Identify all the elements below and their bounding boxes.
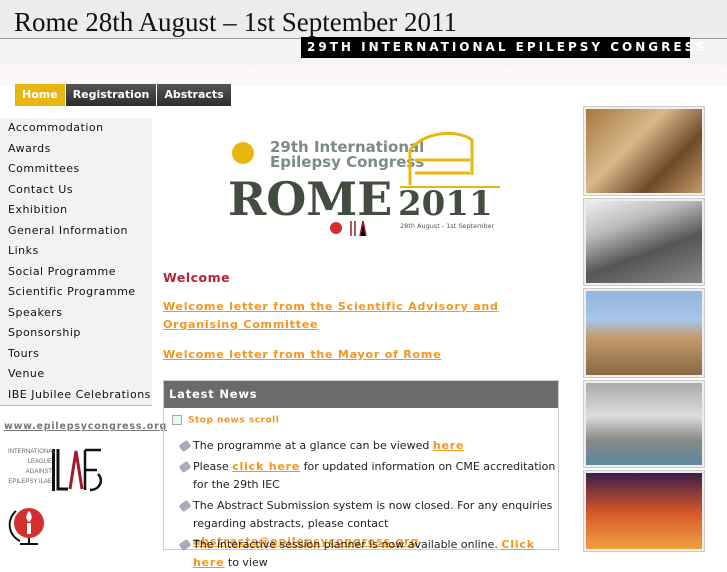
sidebar-item-ibe-jubilee[interactable]: IBE Jubilee Celebrations (0, 385, 152, 406)
latest-news-title: Latest News (164, 381, 558, 408)
svg-text:2011: 2011 (398, 184, 493, 224)
sidebar-item-sponsorship[interactable]: Sponsorship (0, 323, 152, 344)
latest-news-panel: Latest News Stop news scroll The program… (163, 380, 559, 569)
sidebar-item-general-information[interactable]: General Information (0, 221, 152, 242)
sidebar-item-exhibition[interactable]: Exhibition (0, 200, 152, 221)
tag-icon (178, 460, 192, 474)
photo-column (583, 106, 705, 555)
sidebar: Accommodation Awards Committees Contact … (0, 118, 152, 405)
site-link[interactable]: www.epilepsycongress.org (4, 421, 167, 432)
colosseum-photo (583, 198, 705, 286)
nav-registration[interactable]: Registration (65, 84, 157, 106)
sidebar-divider (0, 405, 152, 406)
nav-abstracts[interactable]: Abstracts (157, 84, 231, 106)
sidebar-item-venue[interactable]: Venue (0, 364, 152, 385)
programme-link[interactable]: here (433, 439, 464, 452)
congress-logo: 29th International Epilepsy Congress ROM… (228, 131, 500, 237)
welcome-heading: Welcome (163, 270, 231, 285)
trevi-fountain-photo (583, 380, 705, 468)
sidebar-item-contact[interactable]: Contact Us (0, 180, 152, 201)
castel-sant-angelo-photo (583, 288, 705, 378)
svg-text:Epilepsy Congress: Epilepsy Congress (270, 153, 424, 171)
svg-text:28th August - 1st September: 28th August - 1st September (400, 222, 495, 230)
page-title: Rome 28th August – 1st September 2011 (14, 7, 457, 37)
sidebar-item-committees[interactable]: Committees (0, 159, 152, 180)
news-item: The programme at a glance can be viewed … (178, 437, 558, 455)
cme-link[interactable]: click here (232, 460, 300, 473)
sidebar-item-scientific-programme[interactable]: Scientific Programme (0, 282, 152, 303)
news-item: Please click here for updated informatio… (178, 458, 558, 494)
top-nav: Home Registration Abstracts (15, 84, 231, 106)
pause-icon (172, 415, 182, 425)
nav-home[interactable]: Home (15, 84, 65, 106)
stop-news-scroll-button[interactable]: Stop news scroll (172, 415, 279, 426)
mayor-letter-link[interactable]: Welcome letter from the Mayor of Rome (163, 348, 441, 361)
sidebar-item-awards[interactable]: Awards (0, 139, 152, 160)
congress-banner: 29TH INTERNATIONAL EPILEPSY CONGRESS (301, 37, 704, 58)
sidebar-item-accommodation[interactable]: Accommodation (0, 118, 152, 139)
svg-text:ROME: ROME (228, 172, 392, 226)
sidebar-item-tours[interactable]: Tours (0, 344, 152, 365)
sidebar-item-links[interactable]: Links (0, 241, 152, 262)
sidebar-item-social-programme[interactable]: Social Programme (0, 262, 152, 283)
sistine-chapel-photo (583, 106, 705, 196)
tag-icon (178, 538, 192, 552)
rome-sunset-photo (583, 470, 705, 552)
tag-icon (178, 499, 192, 513)
tag-icon (178, 439, 192, 453)
news-item: The interactive session planner is now a… (178, 536, 558, 572)
sidebar-item-speakers[interactable]: Speakers (0, 303, 152, 324)
ibe-logo[interactable] (8, 505, 48, 545)
scientific-committee-letter-link[interactable]: Welcome letter from the Scientific Advis… (163, 300, 499, 331)
ilae-logo-text: INTERNATIONAL LEAGUE AGAINST EPILEPSY IL… (8, 449, 56, 485)
